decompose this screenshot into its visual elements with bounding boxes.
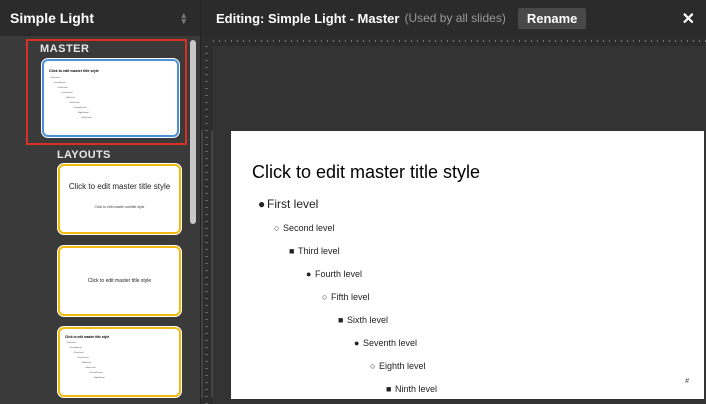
- body-level-6[interactable]: ■ Sixth level: [338, 315, 388, 325]
- ruler-corner: [201, 36, 213, 46]
- master-slide[interactable]: Click to edit master title style ● First …: [231, 131, 704, 399]
- layout-thumb-level: ▪ Sixth level: [85, 367, 96, 369]
- layout-thumb-level: ◦ Fifth level: [81, 362, 91, 364]
- body-level-4[interactable]: ● Fourth level: [306, 269, 362, 279]
- theme-selector[interactable]: Simple Light ▴ ▾: [0, 0, 200, 36]
- master-thumb-level: • Seventh level: [73, 107, 87, 109]
- master-thumb-level: ▪ Ninth level: [81, 117, 92, 119]
- layout-thumbnail[interactable]: Click to edit master title style • First…: [58, 327, 181, 397]
- bullet-icon: ■: [386, 384, 392, 394]
- body-level-2[interactable]: ○ Second level: [274, 223, 335, 233]
- layout-thumb-level: • Fourth level: [77, 357, 89, 359]
- slide-title-placeholder[interactable]: Click to edit master title style: [252, 162, 480, 183]
- master-thumbnail[interactable]: Click to edit master title style • First…: [42, 59, 179, 137]
- body-level-9[interactable]: ■ Ninth level: [386, 384, 437, 394]
- bullet-icon: ■: [338, 315, 344, 325]
- layout-thumbnail[interactable]: Click to edit master title style: [58, 246, 181, 316]
- master-thumb-level: ◦ Second level: [53, 82, 66, 84]
- master-thumb-level: • Fourth level: [61, 92, 73, 94]
- bullet-icon: ○: [370, 361, 376, 371]
- layout-thumbnail[interactable]: Click to edit master title style Click t…: [58, 164, 181, 234]
- master-thumb-level: ◦ Eighth level: [77, 112, 89, 114]
- master-thumb-level: ▪ Third level: [57, 87, 68, 89]
- bullet-icon: ●: [258, 197, 266, 211]
- layout-thumb-title: Click to edit master title style: [65, 335, 110, 339]
- horizontal-ruler[interactable]: [213, 36, 706, 46]
- body-level-1[interactable]: ● First level: [258, 197, 318, 211]
- editing-title: Editing: Simple Light - Master: [216, 10, 400, 26]
- layout-thumb-level: ◦ Second level: [69, 347, 82, 349]
- body-level-7[interactable]: ● Seventh level: [354, 338, 417, 348]
- layout-thumb-title: Click to edit master title style: [87, 278, 152, 284]
- master-thumb-level: • First level: [50, 77, 60, 79]
- layout-thumb-level: • Seventh level: [89, 372, 103, 374]
- layout-thumb-subtitle: Click to edit master subtitle style: [94, 205, 145, 209]
- layout-thumb-level: • First level: [66, 342, 76, 344]
- master-section: MASTER Click to edit master title style …: [26, 39, 187, 145]
- chevron-updown-icon[interactable]: ▴ ▾: [181, 11, 186, 26]
- rename-button[interactable]: Rename: [517, 7, 587, 29]
- bullet-icon: ○: [322, 292, 328, 302]
- layout-thumb-level: ▪ Third level: [73, 352, 84, 354]
- layout-thumb-title: Click to edit master title style: [68, 182, 171, 191]
- close-icon[interactable]: ✕: [682, 9, 695, 29]
- master-thumb-level: ▪ Sixth level: [69, 102, 80, 104]
- master-thumb-level: ◦ Fifth level: [65, 97, 75, 99]
- panel-scrollbar[interactable]: [190, 40, 196, 224]
- body-level-3[interactable]: ■ Third level: [289, 246, 340, 256]
- master-label: MASTER: [40, 43, 90, 55]
- body-level-8[interactable]: ○ Eighth level: [370, 361, 426, 371]
- layouts-label: LAYOUTS: [57, 149, 111, 161]
- layout-thumb-level: ◦ Eighth level: [93, 377, 105, 379]
- bullet-icon: ■: [289, 246, 295, 256]
- bullet-icon: ●: [306, 269, 312, 279]
- bullet-icon: ○: [274, 223, 280, 233]
- theme-name: Simple Light: [10, 10, 94, 26]
- ruler-slide-marker: [201, 130, 213, 398]
- master-thumb-title: Click to edit master title style: [49, 69, 99, 73]
- theme-panel: Simple Light ▴ ▾ MASTER Click to edit mas…: [0, 0, 201, 404]
- body-level-5[interactable]: ○ Fifth level: [322, 292, 370, 302]
- used-by-note: (Used by all slides): [404, 11, 506, 25]
- bullet-icon: ●: [354, 338, 360, 348]
- editor-topbar: Editing: Simple Light - Master (Used by …: [201, 0, 706, 36]
- slide-number-placeholder[interactable]: #: [685, 378, 689, 385]
